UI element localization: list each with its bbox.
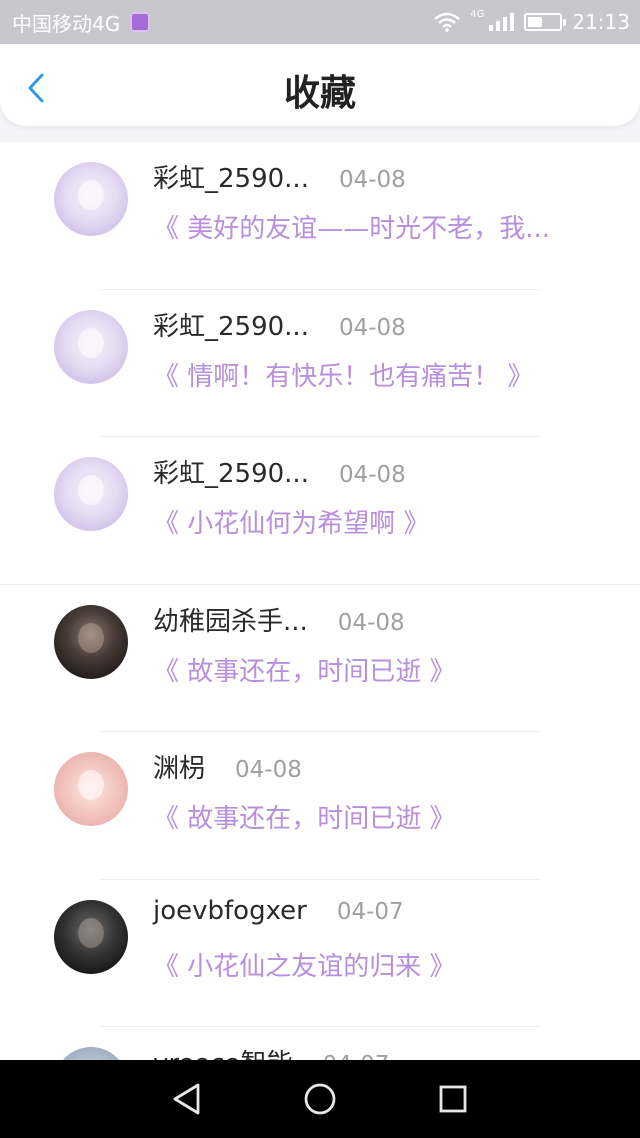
avatar[interactable] [54, 899, 128, 974]
favorite-title[interactable]: 《 故事还在，时间已逝 》 [153, 798, 573, 835]
header-card: 收藏 [0, 44, 640, 126]
status-right: 4G 21:13 [434, 8, 630, 34]
date-label: 04-07 [336, 898, 404, 925]
favorite-title[interactable]: 《 小花仙之友谊的归来 》 [153, 946, 573, 983]
wifi-icon [434, 12, 461, 32]
avatar[interactable] [54, 457, 128, 531]
username[interactable]: 渊枴 [153, 748, 205, 785]
favorite-item[interactable]: 幼稚园杀手... 04-08 《 故事还在，时间已逝 》 [0, 585, 640, 732]
back-triangle-icon [173, 1083, 200, 1115]
username[interactable]: 彩虹_2590... [153, 158, 309, 195]
date-label: 04-08 [235, 757, 302, 783]
name-row: 幼稚园杀手... 04-08 [153, 601, 405, 638]
favorite-item[interactable]: joevbfogxer 04-07 《 小花仙之友谊的归来 》 [0, 880, 640, 1027]
favorite-item[interactable]: yrooco智能 04-07 [0, 1027, 640, 1060]
network-type-label: 4G [470, 8, 485, 20]
nav-home-button[interactable] [290, 1069, 350, 1129]
header: 收藏 [0, 44, 640, 142]
name-row: 彩虹_2590... 04-08 [153, 453, 406, 490]
date-label: 04-07 [323, 1052, 390, 1060]
name-row: yrooco智能 04-07 [153, 1043, 389, 1060]
favorite-item[interactable]: 彩虹_2590... 04-08 《 美好的友谊——时光不老，我... [0, 142, 640, 290]
nav-recents-button[interactable] [423, 1069, 483, 1129]
nav-back-button[interactable] [157, 1069, 217, 1129]
username[interactable]: 幼稚园杀手... [153, 601, 308, 638]
home-circle-icon [304, 1083, 336, 1115]
favorite-item[interactable]: 渊枴 04-08 《 故事还在，时间已逝 》 [0, 732, 640, 880]
username[interactable]: 彩虹_2590... [153, 306, 309, 343]
status-bar: 中国移动4G 4G 21:13 [0, 0, 640, 44]
name-row: 彩虹_2590... 04-08 [153, 158, 406, 195]
favorite-title[interactable]: 《 小花仙何为希望啊 》 [153, 503, 573, 540]
date-label: 04-08 [338, 462, 406, 488]
avatar[interactable] [54, 604, 128, 679]
battery-level [528, 17, 542, 27]
page-title: 收藏 [283, 73, 356, 114]
favorite-title[interactable]: 《 故事还在，时间已逝 》 [153, 651, 573, 688]
favorite-item[interactable]: 彩虹_2590... 04-08 《 情啊！有快乐！也有痛苦！ 》 [0, 290, 640, 437]
battery-icon [524, 13, 567, 31]
avatar[interactable] [54, 752, 128, 826]
avatar[interactable] [54, 162, 128, 236]
favorite-item[interactable]: 彩虹_2590... 04-08 《 小花仙何为希望啊 》 [0, 437, 640, 585]
signal-icon [489, 13, 515, 31]
username[interactable]: 彩虹_2590... [153, 453, 309, 490]
date-label: 04-08 [338, 167, 406, 193]
favorite-title[interactable]: 《 情啊！有快乐！也有痛苦！ 》 [153, 356, 573, 393]
recents-square-icon [439, 1085, 467, 1113]
favorites-list[interactable]: 彩虹_2590... 04-08 《 美好的友谊——时光不老，我... 彩虹_2… [0, 142, 640, 1060]
date-label: 04-08 [337, 609, 405, 636]
avatar[interactable] [54, 1047, 128, 1060]
favorite-title[interactable]: 《 美好的友谊——时光不老，我... [153, 208, 573, 245]
carrier-label: 中国移动4G [12, 11, 121, 36]
name-row: joevbfogxer 04-07 [153, 896, 404, 926]
date-label: 04-08 [338, 314, 406, 341]
clock: 21:13 [572, 10, 630, 34]
screen: 中国移动4G 4G 21:13 收藏 彩虹_2590... 04-08 《 美好… [0, 0, 640, 1138]
name-row: 彩虹_2590... 04-08 [153, 306, 406, 343]
username[interactable]: yrooco智能 [153, 1043, 293, 1060]
username[interactable]: joevbfogxer [153, 896, 307, 926]
sim-icon [130, 12, 151, 32]
name-row: 渊枴 04-08 [153, 748, 302, 785]
navigation-bar [0, 1060, 640, 1138]
avatar[interactable] [54, 309, 128, 384]
